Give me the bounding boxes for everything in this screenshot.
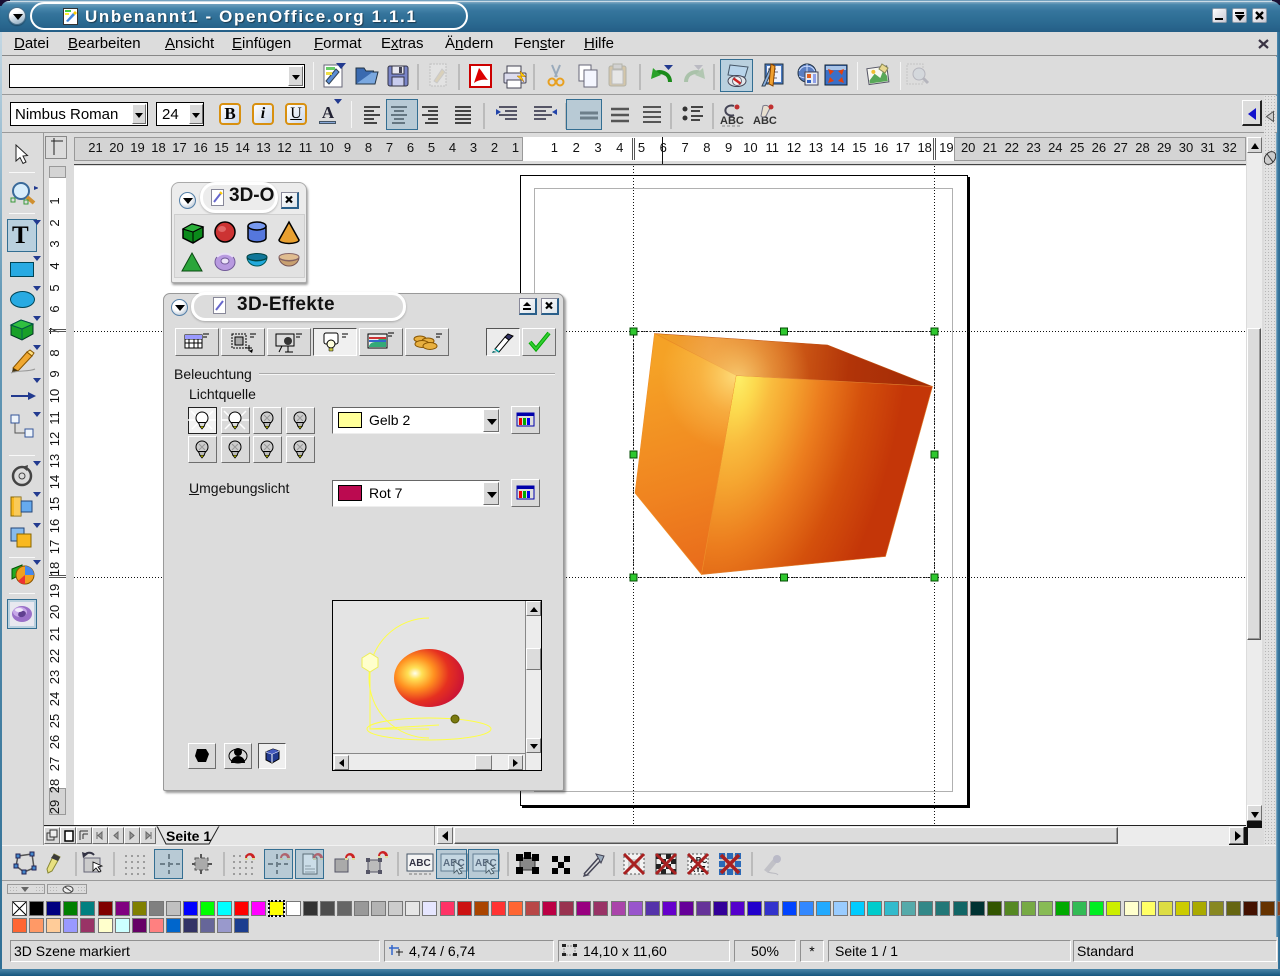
svg-text:ABC: ABC [720,115,744,127]
svg-text:ABC: ABC [409,858,431,869]
